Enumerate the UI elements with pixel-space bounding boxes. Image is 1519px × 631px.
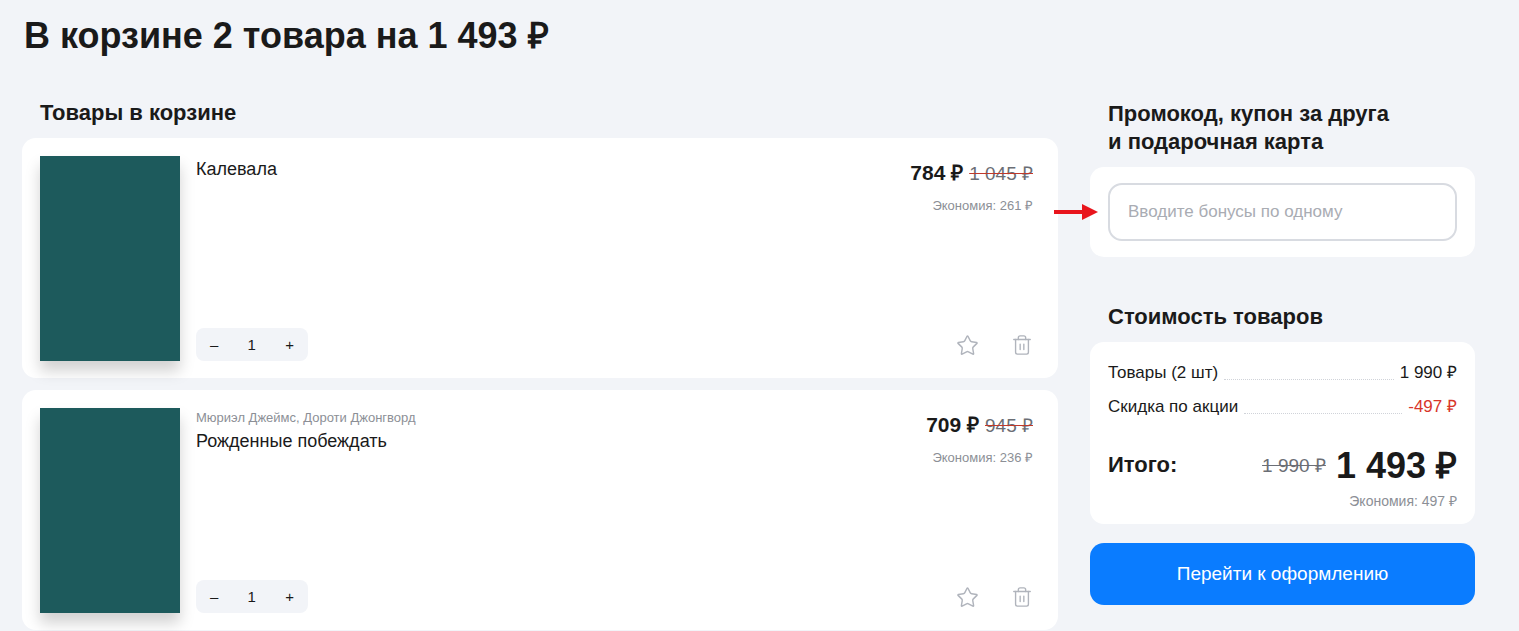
total-old-price: 1 990 ₽ bbox=[1262, 452, 1326, 478]
item-info: Калевала – 1 + bbox=[196, 156, 894, 361]
promo-wrap bbox=[1090, 167, 1475, 257]
item-side: 709 ₽945 ₽ Экономия: 236 ₽ bbox=[926, 408, 1033, 613]
side-column: Промокод, купон за другаи подарочная кар… bbox=[1090, 100, 1475, 605]
increment-button[interactable]: + bbox=[283, 336, 296, 353]
row-leader bbox=[1244, 413, 1402, 414]
page-title: В корзине 2 товара на 1 493 ₽ bbox=[24, 12, 1475, 60]
cart-heading: Товары в корзине bbox=[40, 100, 1058, 126]
quantity-stepper: – 1 + bbox=[196, 328, 308, 361]
quantity-value: 1 bbox=[248, 588, 256, 605]
total-price: 1 493 ₽ bbox=[1336, 440, 1457, 489]
book-cover[interactable] bbox=[40, 408, 180, 613]
total-saving: Экономия: 497 ₽ bbox=[1108, 491, 1457, 510]
promo-input[interactable] bbox=[1108, 183, 1457, 241]
item-actions bbox=[956, 586, 1033, 609]
summary-row: Скидка по акции -497 ₽ bbox=[1108, 390, 1457, 424]
cart-items: Калевала – 1 +784 ₽1 045 ₽ Экономия: 261 ₽ Мю… bbox=[22, 138, 1058, 630]
item-info: Мюриэл Джеймс, Дороти Джонгворд Рожденные… bbox=[196, 408, 910, 613]
item-title[interactable]: Калевала bbox=[196, 158, 894, 180]
book-cover[interactable] bbox=[40, 156, 180, 361]
decrement-button[interactable]: – bbox=[208, 588, 220, 605]
increment-button[interactable]: + bbox=[283, 588, 296, 605]
promo-heading: Промокод, купон за другаи подарочная кар… bbox=[1108, 100, 1475, 156]
item-saving: Экономия: 236 ₽ bbox=[932, 448, 1033, 466]
star-icon[interactable] bbox=[956, 586, 979, 609]
delete-button[interactable] bbox=[1011, 586, 1033, 609]
trash-icon[interactable] bbox=[1011, 334, 1033, 356]
star-icon[interactable] bbox=[956, 334, 979, 357]
favorite-button[interactable] bbox=[956, 586, 979, 609]
summary-value: -497 ₽ bbox=[1408, 390, 1457, 424]
item-author: Мюриэл Джеймс, Дороти Джонгворд bbox=[196, 410, 910, 426]
total-row: Итого:1 990 ₽ 1 493 ₽ bbox=[1108, 440, 1457, 489]
cart-item: Мюриэл Джеймс, Дороти Джонгворд Рожденные… bbox=[22, 390, 1058, 630]
item-old-price: 945 ₽ bbox=[985, 412, 1033, 438]
cart-layout: Товары в корзине Калевала – 1 +784 ₽1 045 ₽ Э… bbox=[22, 100, 1475, 630]
row-leader bbox=[1224, 379, 1394, 380]
summary-label: Товары (2 шт) bbox=[1108, 356, 1218, 390]
summary-card: Товары (2 шт) 1 990 ₽ Скидка по акции -497 … bbox=[1090, 342, 1475, 524]
item-side: 784 ₽1 045 ₽ Экономия: 261 ₽ bbox=[910, 156, 1033, 361]
cart-page: В корзине 2 товара на 1 493 ₽ Товары в ко… bbox=[0, 0, 1519, 630]
trash-icon[interactable] bbox=[1011, 586, 1033, 608]
decrement-button[interactable]: – bbox=[208, 336, 220, 353]
price-line: 709 ₽945 ₽ bbox=[926, 410, 1033, 438]
summary-value: 1 990 ₽ bbox=[1400, 356, 1457, 390]
item-price: 709 ₽ bbox=[926, 410, 979, 438]
item-prices: 709 ₽945 ₽ Экономия: 236 ₽ bbox=[926, 408, 1033, 466]
cart-item: Калевала – 1 +784 ₽1 045 ₽ Экономия: 261 ₽ bbox=[22, 138, 1058, 378]
cart-column: Товары в корзине Калевала – 1 +784 ₽1 045 ₽ Э… bbox=[22, 100, 1058, 630]
summary-heading: Стоимость товаров bbox=[1108, 303, 1475, 331]
item-price: 784 ₽ bbox=[910, 158, 963, 186]
item-old-price: 1 045 ₽ bbox=[969, 160, 1033, 186]
summary-label: Скидка по акции bbox=[1108, 390, 1238, 424]
checkout-button[interactable]: Перейти к оформлению bbox=[1090, 543, 1475, 605]
summary-row: Товары (2 шт) 1 990 ₽ bbox=[1108, 356, 1457, 390]
delete-button[interactable] bbox=[1011, 334, 1033, 357]
favorite-button[interactable] bbox=[956, 334, 979, 357]
item-saving: Экономия: 261 ₽ bbox=[932, 196, 1033, 214]
item-prices: 784 ₽1 045 ₽ Экономия: 261 ₽ bbox=[910, 156, 1033, 214]
item-title[interactable]: Рожденные побеждать bbox=[196, 430, 910, 452]
arrow-icon bbox=[1052, 203, 1100, 221]
item-actions bbox=[956, 334, 1033, 357]
price-line: 784 ₽1 045 ₽ bbox=[910, 158, 1033, 186]
promo-card bbox=[1090, 167, 1475, 257]
total-label: Итого: bbox=[1108, 452, 1262, 478]
quantity-value: 1 bbox=[248, 336, 256, 353]
quantity-stepper: – 1 + bbox=[196, 580, 308, 613]
